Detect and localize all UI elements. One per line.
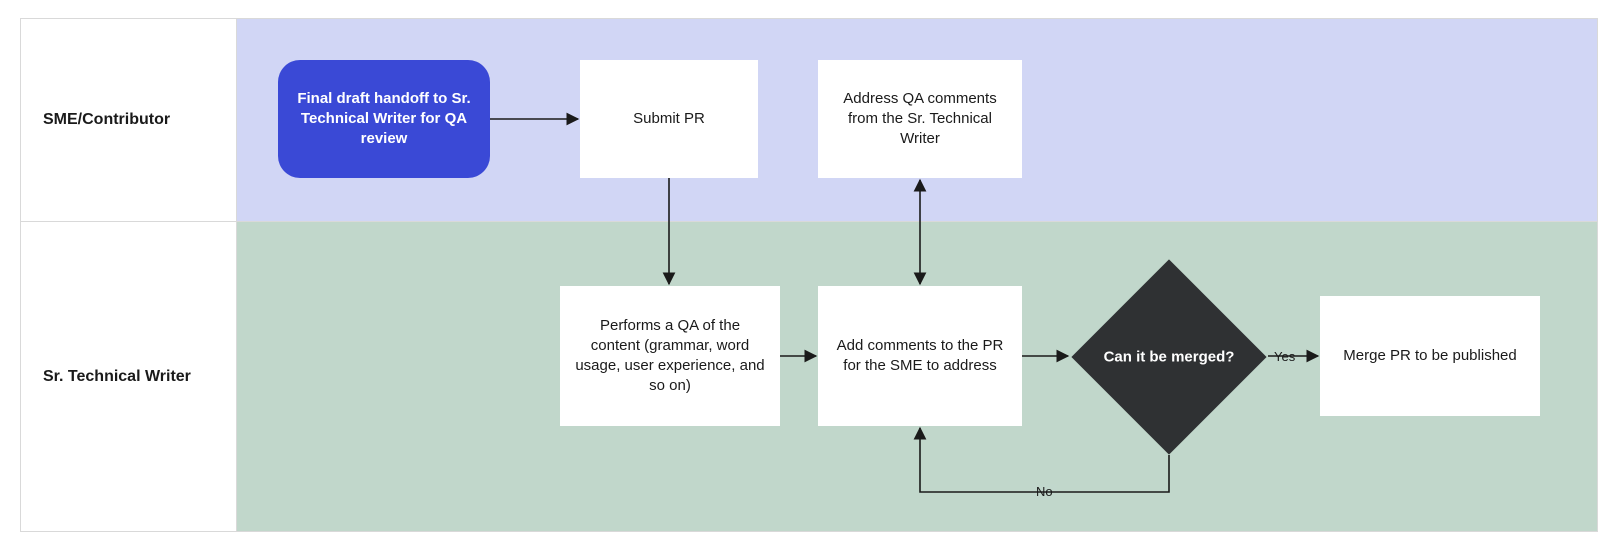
swimlane-writer-label: Sr. Technical Writer [21, 222, 237, 531]
node-address-qa: Address QA comments from the Sr. Technic… [818, 60, 1022, 178]
swimlane-sme: SME/Contributor [20, 18, 1598, 222]
node-perform-qa: Performs a QA of the content (grammar, w… [560, 286, 780, 426]
edge-label-yes: Yes [1270, 349, 1299, 364]
node-start: Final draft handoff to Sr. Technical Wri… [278, 60, 490, 178]
swimlane-sme-label: SME/Contributor [21, 19, 237, 221]
node-merge-pr: Merge PR to be published [1320, 296, 1540, 416]
node-add-comments: Add comments to the PR for the SME to ad… [818, 286, 1022, 426]
node-submit-pr: Submit PR [580, 60, 758, 178]
edge-label-no: No [1032, 484, 1057, 499]
node-decision-merge-label: Can it be merged? [1099, 347, 1239, 367]
